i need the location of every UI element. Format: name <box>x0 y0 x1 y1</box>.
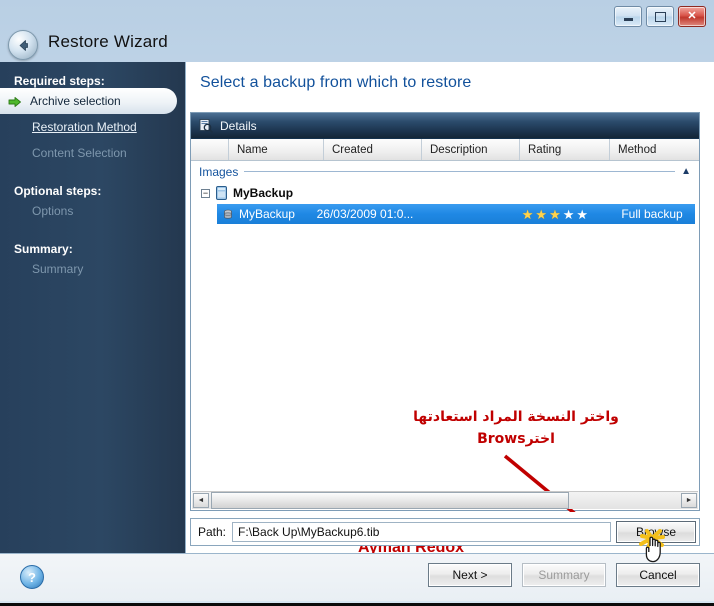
green-arrow-icon <box>8 97 21 107</box>
column-header-icon[interactable] <box>191 139 229 160</box>
sidebar-item-label: Archive selection <box>30 94 121 108</box>
star-filled-icon: ★ <box>521 207 534 221</box>
group-divider <box>244 171 676 172</box>
footer-bar: ? Next > Summary Cancel <box>0 553 714 601</box>
page-title: Select a backup from which to restore <box>200 74 472 91</box>
window-title: Restore Wizard <box>48 32 168 51</box>
group-row-images[interactable]: Images ▲ <box>191 161 699 182</box>
star-empty-icon: ★ <box>562 207 575 221</box>
details-panel-title: Details <box>220 118 257 133</box>
column-header-description[interactable]: Description <box>422 139 520 160</box>
cell-rating: ★ ★ ★ ★ ★ <box>516 208 616 221</box>
details-panel: Details Name Created Description Rating … <box>190 112 700 556</box>
scrollbar-thumb[interactable] <box>211 492 569 509</box>
tree-node-label: MyBackup <box>233 186 294 200</box>
maximize-button[interactable] <box>646 6 674 27</box>
sidebar-item-content-selection[interactable]: Content Selection <box>0 140 185 166</box>
scroll-left-button[interactable]: ◄ <box>193 493 209 508</box>
column-header-created[interactable]: Created <box>324 139 422 160</box>
star-empty-icon: ★ <box>576 207 589 221</box>
collapse-expander-icon[interactable]: − <box>201 188 210 198</box>
close-icon: ✕ <box>687 9 697 22</box>
path-label: Path: <box>198 525 227 539</box>
rating-stars: ★ ★ ★ ★ ★ <box>522 208 616 221</box>
horizontal-scrollbar[interactable]: ◄ ► <box>192 491 698 509</box>
scroll-right-button[interactable]: ► <box>681 493 697 508</box>
sidebar-item-label: Options <box>32 204 74 218</box>
title-bar: ✕ Restore Wizard <box>0 0 714 62</box>
table-row[interactable]: MyBackup 26/03/2009 01:0... ★ ★ ★ ★ ★ Fu… <box>217 204 695 224</box>
back-arrow-icon <box>19 39 28 51</box>
next-button[interactable]: Next > <box>428 563 512 587</box>
sidebar-header-summary: Summary: <box>14 242 73 256</box>
sidebar-header-required: Required steps: <box>14 74 105 88</box>
column-header-name[interactable]: Name <box>229 139 324 160</box>
sidebar: Required steps: Archive selection Restor… <box>0 62 185 553</box>
restore-wizard-window: ✕ Restore Wizard Required steps: Archive… <box>0 0 714 606</box>
sidebar-item-label: Restoration Method <box>32 120 137 134</box>
annotation-arabic-line2: اخترBrows <box>477 431 555 447</box>
cell-name: MyBackup <box>238 207 295 221</box>
sidebar-item-archive-selection[interactable]: Archive selection <box>0 88 177 114</box>
main-content: Select a backup from which to restore De… <box>185 62 714 556</box>
sidebar-item-label: Content Selection <box>32 146 127 160</box>
sidebar-item-label: Summary <box>32 262 84 276</box>
close-button[interactable]: ✕ <box>678 6 706 27</box>
mouse-cursor <box>636 528 682 580</box>
star-filled-icon: ★ <box>549 207 561 221</box>
column-header-method[interactable]: Method <box>610 139 699 160</box>
sidebar-item-summary[interactable]: Summary <box>0 256 185 282</box>
group-label: Images <box>199 164 239 179</box>
window-controls: ✕ <box>614 6 706 27</box>
path-input[interactable]: F:\Back Up\MyBackup6.tib <box>232 522 611 542</box>
sidebar-item-options[interactable]: Options <box>0 198 185 224</box>
hand-cursor-icon <box>639 529 665 563</box>
annotation-arabic-line1: واختر النسخة المراد استعادتها <box>413 409 619 425</box>
star-filled-icon: ★ <box>535 207 548 221</box>
column-header-row: Name Created Description Rating Method <box>191 139 699 161</box>
archive-folder-icon <box>216 186 227 200</box>
chevron-up-icon[interactable]: ▲ <box>681 166 691 177</box>
tree-node-mybackup[interactable]: − MyBackup <box>191 182 699 204</box>
sidebar-item-restoration-method[interactable]: Restoration Method <box>0 114 185 140</box>
details-panel-header: Details <box>191 113 699 139</box>
details-magnifier-icon <box>199 118 213 133</box>
back-button[interactable] <box>8 30 38 60</box>
summary-button: Summary <box>522 563 606 587</box>
sidebar-header-optional: Optional steps: <box>14 184 102 198</box>
cell-created: 26/03/2009 01:0... <box>316 207 414 221</box>
cell-method: Full backup <box>621 207 683 221</box>
path-bar: Path: F:\Back Up\MyBackup6.tib Browse <box>190 518 700 546</box>
help-button[interactable]: ? <box>20 565 44 589</box>
minimize-button[interactable] <box>614 6 642 27</box>
column-header-rating[interactable]: Rating <box>520 139 610 160</box>
backup-disk-icon <box>224 209 232 219</box>
